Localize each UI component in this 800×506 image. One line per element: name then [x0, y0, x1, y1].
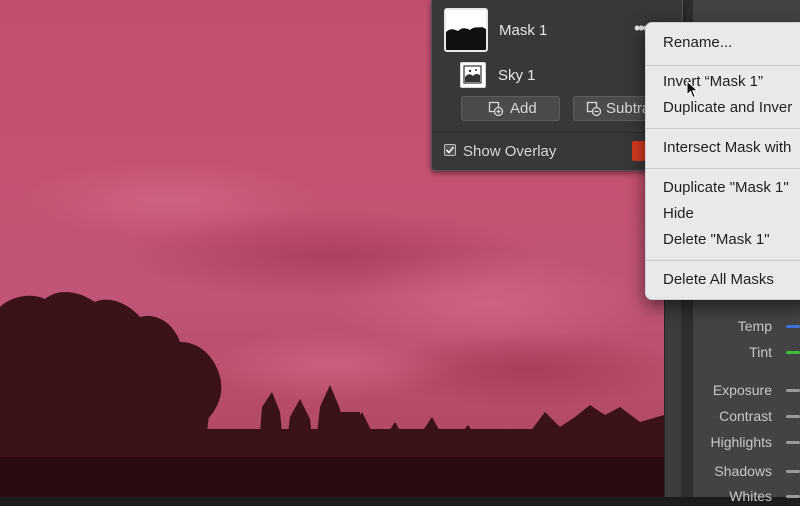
menu-item-delete[interactable]: Delete "Mask 1": [663, 231, 770, 248]
mask-component-row[interactable]: Sky 1: [458, 60, 658, 90]
slider-highlights[interactable]: Highlights: [692, 432, 800, 452]
slider-label: Tint: [749, 344, 772, 360]
mouse-pointer-icon: [686, 80, 699, 99]
slider-label: Highlights: [710, 434, 772, 450]
menu-item-duplicate[interactable]: Duplicate "Mask 1": [663, 179, 789, 196]
menu-separator: [646, 65, 800, 66]
menu-separator: [646, 128, 800, 129]
menu-separator: [646, 260, 800, 261]
mask-thumbnail-image: [446, 10, 486, 50]
slider-label: Temp: [737, 318, 772, 334]
slider-label: Exposure: [712, 382, 772, 398]
tree-line-silhouette: [0, 291, 664, 497]
slider-track[interactable]: [786, 415, 800, 418]
slider-whites[interactable]: Whites: [692, 486, 800, 506]
slider-shadows[interactable]: Shadows: [692, 461, 800, 481]
menu-separator: [646, 168, 800, 169]
menu-item-invert[interactable]: Invert “Mask 1”: [663, 73, 763, 90]
slider-label: Contrast: [719, 408, 772, 424]
mask-thumbnail[interactable]: [444, 8, 488, 52]
slider-track[interactable]: [786, 325, 800, 328]
slider-track[interactable]: [786, 470, 800, 473]
mask-row-selected[interactable]: Mask 1 •••: [440, 6, 676, 56]
add-mask-icon: [488, 101, 504, 117]
mask-context-menu: Rename... Invert “Mask 1” Duplicate and …: [645, 22, 800, 300]
sky-component-icon: [460, 62, 486, 88]
menu-item-duplicate-and-invert[interactable]: Duplicate and Inver: [663, 99, 792, 116]
show-overlay-label[interactable]: Show Overlay: [463, 143, 556, 160]
show-overlay-checkbox[interactable]: [444, 144, 456, 156]
menu-item-intersect-mask[interactable]: Intersect Mask with: [663, 139, 791, 156]
slider-label: Whites: [729, 488, 772, 504]
slider-exposure[interactable]: Exposure: [692, 380, 800, 400]
menu-item-rename[interactable]: Rename...: [663, 34, 732, 51]
mask-name: Mask 1: [499, 22, 548, 39]
slider-contrast[interactable]: Contrast: [692, 406, 800, 426]
subtract-mask-icon: [586, 101, 602, 117]
slider-label: Shadows: [714, 463, 772, 479]
add-button[interactable]: Add: [461, 96, 560, 121]
subtract-label: Subtra: [606, 100, 651, 117]
checkmark-icon: [445, 146, 455, 154]
slider-track[interactable]: [786, 389, 800, 392]
menu-item-delete-all-masks[interactable]: Delete All Masks: [663, 271, 774, 288]
slider-temp[interactable]: Temp: [692, 316, 800, 336]
component-name: Sky 1: [498, 67, 536, 84]
add-label: Add: [510, 100, 537, 117]
slider-tint[interactable]: Tint: [692, 342, 800, 362]
slider-track[interactable]: [786, 351, 800, 354]
menu-item-hide[interactable]: Hide: [663, 205, 694, 222]
slider-track[interactable]: [786, 441, 800, 444]
